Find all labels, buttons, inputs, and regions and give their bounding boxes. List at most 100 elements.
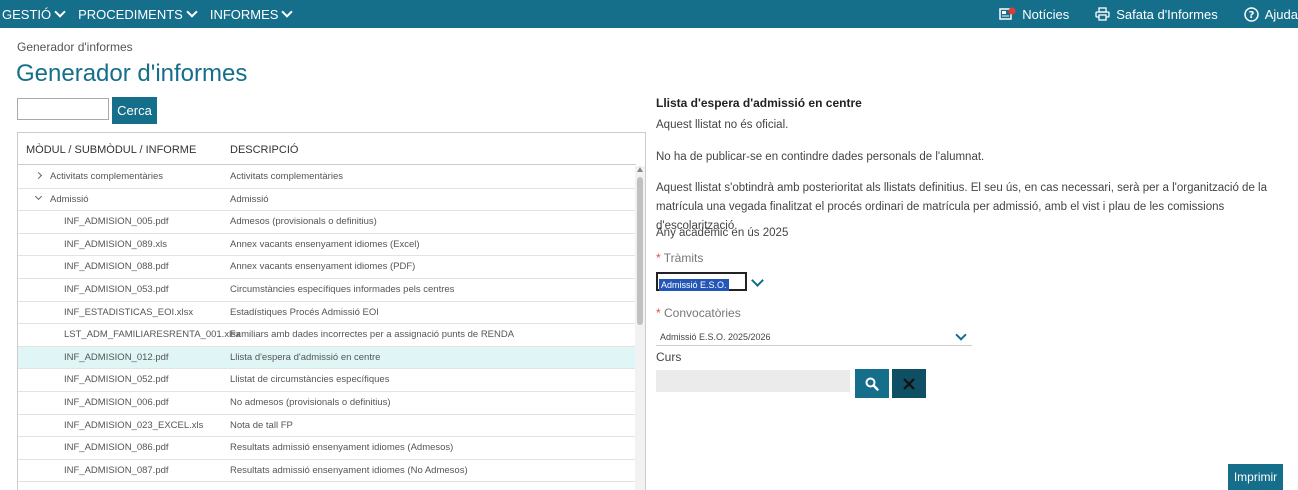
menu-informes[interactable]: INFORMES <box>209 5 294 22</box>
row-name-text: Admissió <box>50 193 89 205</box>
curs-search-button[interactable] <box>855 369 889 398</box>
row-description: Resultats admissió ensenyament idiomes (… <box>230 442 454 454</box>
row-description: Familiars amb dades incorrectes per a as… <box>230 329 515 341</box>
row-description: Annex vacants ensenyament idiomes (Excel… <box>230 238 420 250</box>
row-description: Llistat de circumstàncies específiques <box>230 374 390 386</box>
menu-informes-label: INFORMES <box>209 6 279 22</box>
table-row[interactable]: Activitats complementàries Activitats co… <box>18 166 636 189</box>
search-button[interactable]: Cerca <box>112 97 157 124</box>
page-title: Generador d'informes <box>16 60 248 87</box>
top-navigation-bar: GESTIÓ PROCEDIMENTS INFORMES Notícies Sa… <box>0 0 1298 28</box>
search-input[interactable] <box>17 98 109 120</box>
row-name: INF_ADMISION_052.pdf <box>64 374 169 386</box>
table-row[interactable]: LST_ADM_FAMILIARESRENTA_001.xlsx Familia… <box>18 324 636 347</box>
svg-text:?: ? <box>1248 10 1254 21</box>
tramits-select[interactable]: Admissió E.S.O. <box>656 272 747 291</box>
row-description: Resultats admissió ensenyament idiomes (… <box>230 464 468 476</box>
row-name: LST_ADM_FAMILIARESRENTA_001.xlsx <box>64 329 241 341</box>
tramits-selected-value: Admissió E.S.O. <box>659 279 729 291</box>
menu-gestio[interactable]: GESTIÓ <box>2 5 66 22</box>
table-row[interactable]: INF_ADMISION_052.pdf Llistat de circumst… <box>18 369 636 392</box>
curs-input[interactable] <box>656 370 850 392</box>
required-mark: * <box>656 306 661 320</box>
table-row[interactable]: INF_ADMISION_006.pdf No admesos (provisi… <box>18 392 636 415</box>
row-description: No admesos (provisionals o definitius) <box>230 396 391 408</box>
row-name: INF_ADMISION_089.xls <box>64 238 167 250</box>
academic-year: Any acadèmic en ús 2025 <box>656 227 789 239</box>
report-title: Llista d'espera d'admissió en centre <box>656 96 862 110</box>
table-body: Activitats complementàries Activitats co… <box>18 166 636 483</box>
table-row[interactable]: Admissió Admissió <box>18 189 636 212</box>
menu-procediments[interactable]: PROCEDIMENTS <box>78 5 198 22</box>
report-note-official: Aquest llistat no és oficial. <box>656 119 789 131</box>
main-menu: GESTIÓ PROCEDIMENTS INFORMES <box>0 0 305 28</box>
chevron-down-icon <box>54 5 66 18</box>
table-row-selected[interactable]: INF_ADMISION_012.pdf Llista d'espera d'a… <box>18 346 636 370</box>
required-mark: * <box>656 251 661 265</box>
row-name: INF_ADMISION_086.pdf <box>64 442 169 454</box>
help-icon: ? <box>1244 6 1259 22</box>
row-description: Activitats complementàries <box>230 171 343 182</box>
close-icon <box>903 377 915 390</box>
chevron-down-icon <box>186 5 198 18</box>
menu-gestio-label: GESTIÓ <box>2 6 52 22</box>
printer-icon <box>1095 7 1110 21</box>
table-row[interactable]: INF_ADMISION_087.pdf Resultats admissió … <box>18 460 636 483</box>
row-name-text: Activitats complementàries <box>50 171 163 182</box>
table-row[interactable]: INF_ADMISION_089.xls Annex vacants ensen… <box>18 234 636 257</box>
reports-table: MÒDUL / SUBMÒDUL / INFORME DESCRIPCIÓ Ac… <box>17 132 646 490</box>
row-name: INF_ADMISION_053.pdf <box>64 283 169 295</box>
chevron-down-icon[interactable] <box>751 274 764 287</box>
row-name: Activitats complementàries <box>34 171 163 182</box>
row-description: Admesos (provisionals o definitius) <box>230 216 377 228</box>
chevron-down-icon[interactable] <box>34 192 43 200</box>
chevron-down-icon <box>281 5 294 18</box>
news-label: Notícies <box>1022 6 1070 22</box>
column-header-description[interactable]: DESCRIPCIÓ <box>230 144 298 156</box>
row-name: INF_ADMISION_087.pdf <box>64 464 169 476</box>
row-name: INF_ADMISION_023_EXCEL.xls <box>64 419 204 431</box>
convocatories-label-text: Convocatòries <box>664 306 741 320</box>
table-header: MÒDUL / SUBMÒDUL / INFORME DESCRIPCIÓ <box>18 133 636 165</box>
row-name: INF_ESTADISTICAS_EOI.xlsx <box>64 306 194 318</box>
reports-tray-link[interactable]: Safata d'Informes <box>1095 6 1218 22</box>
news-icon <box>999 7 1016 20</box>
table-row[interactable]: INF_ADMISION_053.pdf Circumstàncies espe… <box>18 279 636 302</box>
row-description: Circumstàncies específiques informades p… <box>230 283 455 295</box>
curs-clear-button[interactable] <box>892 369 926 398</box>
row-description: Llista d'espera d'admissió en centre <box>230 351 381 363</box>
reports-tray-label: Safata d'Informes <box>1116 6 1218 22</box>
row-name: INF_ADMISION_006.pdf <box>64 396 169 408</box>
scroll-up-arrow-icon[interactable] <box>637 167 643 172</box>
table-row[interactable]: INF_ADMISION_088.pdf Annex vacants ensen… <box>18 256 636 279</box>
table-row[interactable]: INF_ESTADISTICAS_EOI.xlsx Estadístiques … <box>18 302 636 325</box>
convocatories-label: * Convocatòries <box>656 306 741 320</box>
search-icon <box>865 377 879 391</box>
row-description: Estadístiques Procés Admissió EOI <box>230 306 379 318</box>
menu-procediments-label: PROCEDIMENTS <box>78 6 183 22</box>
table-row[interactable]: INF_ADMISION_005.pdf Admesos (provisiona… <box>18 211 636 234</box>
top-right-links: Notícies Safata d'Informes ? Ajuda <box>973 0 1298 28</box>
tramits-label: * Tràmits <box>656 251 703 265</box>
row-description: Nota de tall FP <box>230 419 293 431</box>
row-name: INF_ADMISION_012.pdf <box>64 351 169 363</box>
print-button[interactable]: Imprimir <box>1228 464 1283 490</box>
report-note-privacy: No ha de publicar-se en contindre dades … <box>656 151 985 163</box>
table-row[interactable]: INF_ADMISION_086.pdf Resultats admissió … <box>18 437 636 460</box>
table-row[interactable]: INF_ADMISION_023_EXCEL.xls Nota de tall … <box>18 415 636 438</box>
curs-label: Curs <box>656 350 682 364</box>
chevron-right-icon[interactable] <box>34 171 43 180</box>
row-name: Admissió <box>34 192 89 205</box>
news-link[interactable]: Notícies <box>999 7 1069 22</box>
convocatories-select[interactable]: Admissió E.S.O. 2025/2026 <box>656 326 972 346</box>
table-scrollbar-thumb[interactable] <box>637 177 643 325</box>
tramits-label-text: Tràmits <box>663 251 704 265</box>
breadcrumb: Generador d'informes <box>17 40 133 54</box>
row-name: INF_ADMISION_088.pdf <box>64 261 169 273</box>
row-name: INF_ADMISION_005.pdf <box>64 216 169 228</box>
row-description: Annex vacants ensenyament idiomes (PDF) <box>230 261 416 273</box>
row-description: Admissió <box>230 193 269 205</box>
help-label: Ajuda <box>1264 6 1298 22</box>
help-link[interactable]: ? Ajuda <box>1244 7 1298 22</box>
column-header-module[interactable]: MÒDUL / SUBMÒDUL / INFORME <box>26 144 196 156</box>
